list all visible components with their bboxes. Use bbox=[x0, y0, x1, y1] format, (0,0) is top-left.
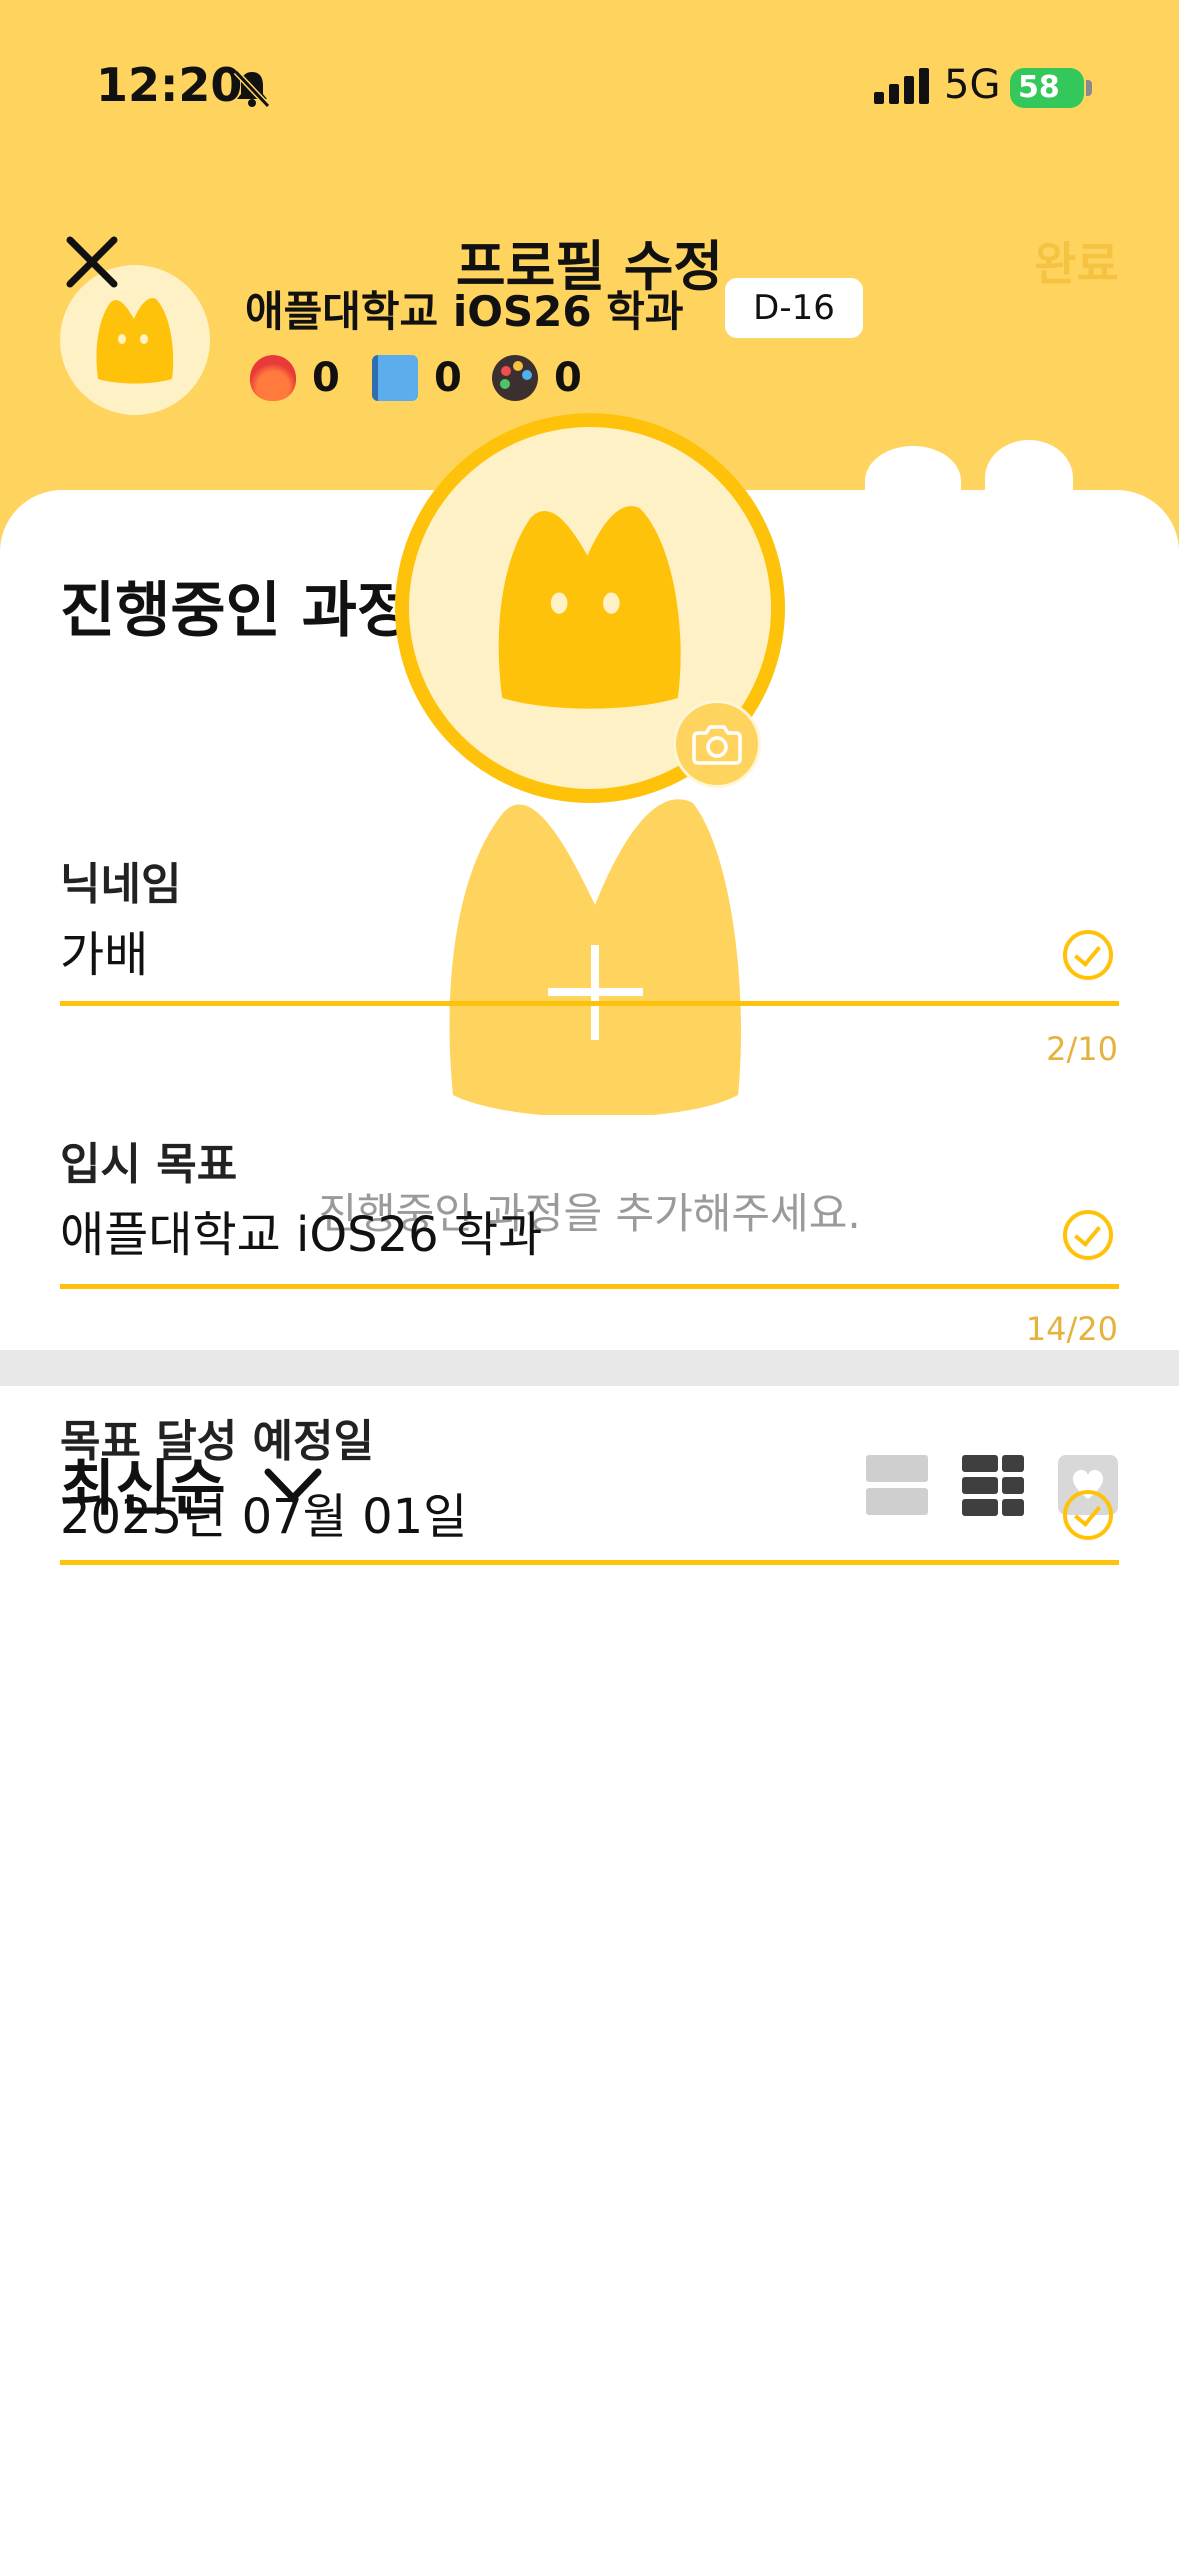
target-date-label: 목표 달성 예정일 bbox=[60, 1416, 374, 1467]
goal-char-counter: 14/20 bbox=[1025, 1310, 1118, 1348]
stat-artworks: 0 bbox=[492, 350, 582, 406]
nickname-input[interactable] bbox=[60, 922, 1050, 978]
battery-indicator: 58 bbox=[1010, 68, 1084, 108]
streak-count: 0 bbox=[312, 355, 340, 401]
nickname-underline bbox=[60, 1001, 1119, 1006]
target-date-field[interactable] bbox=[60, 1484, 1050, 1540]
status-bar-time: 12:20 bbox=[96, 58, 243, 112]
stat-notes: 0 bbox=[372, 350, 462, 406]
camera-icon bbox=[692, 725, 742, 765]
battery-tip bbox=[1086, 80, 1092, 96]
page-title: 프로필 수정 bbox=[455, 235, 724, 298]
notebook-icon bbox=[372, 355, 418, 401]
goal-label: 입시 목표 bbox=[60, 1139, 238, 1190]
battery-level: 58 bbox=[1018, 70, 1060, 105]
mascot-icon bbox=[498, 506, 681, 709]
notes-count: 0 bbox=[434, 355, 462, 401]
nickname-label: 닉네임 bbox=[60, 859, 182, 910]
checkmark-icon bbox=[1063, 1210, 1113, 1260]
goal-input[interactable] bbox=[60, 1202, 1050, 1258]
mascot-icon bbox=[96, 298, 174, 384]
bell-off-icon bbox=[233, 69, 271, 108]
artworks-count: 0 bbox=[554, 355, 582, 401]
network-type: 5G bbox=[944, 62, 1001, 108]
change-photo-button[interactable] bbox=[673, 700, 761, 788]
stat-streak: 0 bbox=[250, 350, 340, 406]
checkmark-icon bbox=[1063, 930, 1113, 980]
fire-icon bbox=[250, 355, 296, 401]
goal-underline bbox=[60, 1284, 1119, 1289]
palette-icon bbox=[492, 355, 538, 401]
done-button[interactable]: 완료 bbox=[1034, 228, 1119, 294]
signal-icon bbox=[874, 68, 929, 104]
target-date-underline bbox=[60, 1560, 1119, 1565]
section-divider bbox=[0, 1350, 1179, 1386]
section-title-in-progress: 진행중인 과정 bbox=[60, 576, 413, 646]
checkmark-icon bbox=[1063, 1490, 1113, 1540]
nickname-char-counter: 2/10 bbox=[1046, 1030, 1118, 1068]
